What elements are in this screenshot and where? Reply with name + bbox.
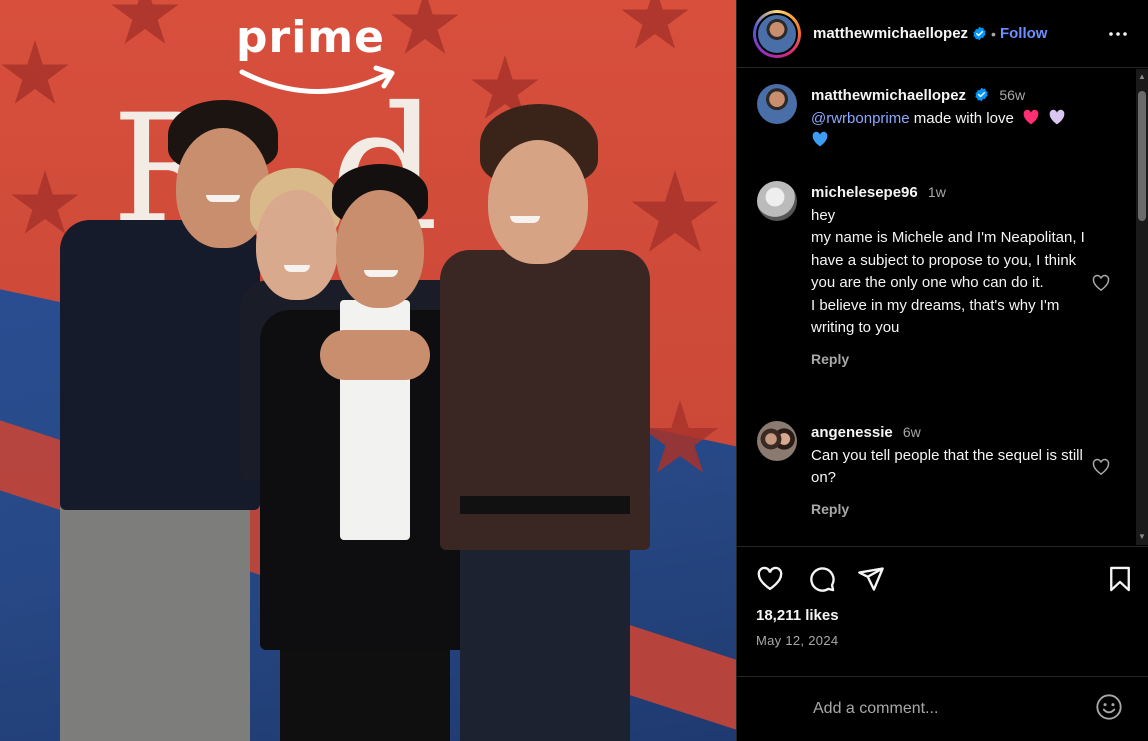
caption: matthewmichaellopez 56w @rwrbonprime mad…: [757, 84, 1117, 153]
verified-badge-icon: [975, 87, 988, 102]
post-date[interactable]: May 12, 2024: [756, 633, 838, 648]
backdrop-star: [391, 0, 459, 54]
backdrop-star: [111, 0, 179, 44]
comment-time[interactable]: 1w: [928, 184, 946, 200]
post-sidebar: matthewmichaellopez • Follow matthewmich…: [736, 0, 1148, 741]
commenter-username[interactable]: angenessie: [811, 424, 893, 441]
comment-like-icon[interactable]: [1091, 457, 1111, 477]
person-right: [440, 100, 660, 741]
verified-badge-icon: [973, 26, 986, 41]
comments-panel[interactable]: matthewmichaellopez 56w @rwrbonprime mad…: [737, 69, 1148, 545]
comment-line: I believe in my dreams, that's why I'm w…: [811, 296, 1060, 337]
comment-icon[interactable]: [808, 565, 836, 593]
lavender-heart-icon: [1049, 109, 1065, 124]
post-header: matthewmichaellopez • Follow: [737, 0, 1148, 68]
more-options-icon[interactable]: [1106, 22, 1130, 46]
follow-button[interactable]: Follow: [1000, 25, 1048, 42]
reply-button[interactable]: Reply: [811, 498, 1089, 521]
comment-input[interactable]: [813, 700, 1083, 718]
comment-line: Can you tell people that the sequel is s…: [811, 446, 1083, 487]
caption-username[interactable]: matthewmichaellopez: [811, 87, 966, 104]
scroll-up-arrow[interactable]: ▲: [1138, 73, 1146, 81]
caption-avatar[interactable]: [757, 84, 797, 124]
emoji-icon[interactable]: [1095, 693, 1123, 721]
pink-heart-icon: [1023, 109, 1039, 124]
caption-text: made with love: [909, 109, 1014, 127]
comment-item: michelesepe96 1w hey my name is Michele …: [757, 181, 1117, 370]
author-avatar[interactable]: [753, 9, 801, 58]
commenter-avatar[interactable]: [757, 181, 797, 221]
blue-heart-icon: [812, 131, 828, 147]
comment-time[interactable]: 6w: [903, 424, 921, 440]
comment-item: angenessie 6w Can you tell people that t…: [757, 421, 1117, 520]
likes-count[interactable]: 18,211 likes: [756, 607, 839, 624]
heart-icon[interactable]: [756, 565, 784, 593]
caption-time[interactable]: 56w: [999, 87, 1025, 103]
comments-scrollbar[interactable]: ▲ ▼: [1136, 69, 1148, 545]
caption-mention[interactable]: @rwrbonprime: [811, 110, 910, 127]
scroll-down-arrow[interactable]: ▼: [1138, 533, 1146, 541]
add-comment-bar: [737, 676, 1148, 741]
header-separator: •: [991, 25, 996, 42]
post-actions: 18,211 likes May 12, 2024: [737, 546, 1148, 676]
bookmark-icon[interactable]: [1106, 565, 1134, 593]
comment-line: hey: [811, 206, 836, 224]
prime-logo-text: prime: [236, 12, 385, 63]
commenter-avatar[interactable]: [757, 421, 797, 461]
author-username[interactable]: matthewmichaellopez: [813, 25, 968, 42]
prime-logo: prime: [236, 12, 396, 112]
comment-like-icon[interactable]: [1091, 273, 1111, 293]
comment-line: my name is Michele and I'm Neapolitan, I…: [811, 229, 1085, 291]
post-photo[interactable]: R d l prime: [0, 0, 736, 741]
commenter-username[interactable]: michelesepe96: [811, 184, 918, 201]
share-icon[interactable]: [857, 565, 885, 593]
reply-button[interactable]: Reply: [811, 348, 1089, 371]
backdrop-star: [621, 0, 689, 49]
scrollbar-thumb[interactable]: [1138, 91, 1146, 221]
prime-smile-icon: [239, 65, 395, 94]
